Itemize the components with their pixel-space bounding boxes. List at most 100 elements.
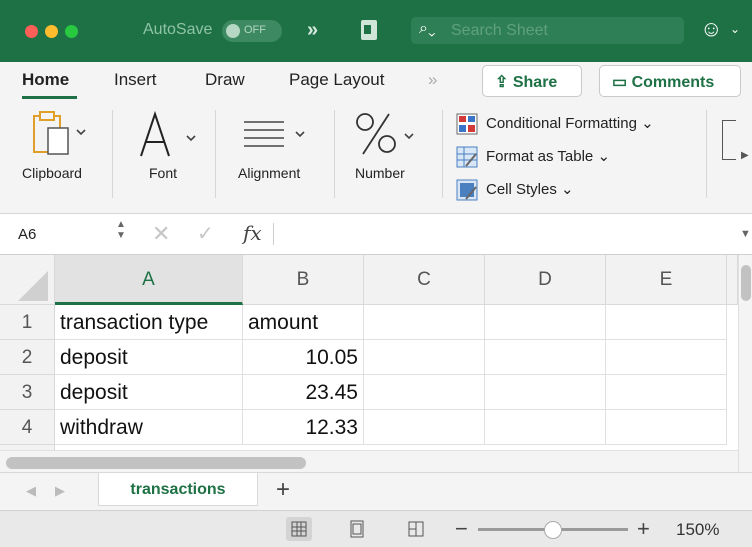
row-header-3[interactable]: 3 bbox=[0, 375, 55, 410]
format-as-table-button[interactable]: Format as Table ⌄ bbox=[456, 146, 610, 168]
zoom-level[interactable]: 150% bbox=[676, 520, 719, 540]
search-icon: ⌕⌄ bbox=[419, 20, 436, 37]
vertical-scrollbar[interactable] bbox=[738, 255, 752, 472]
search-sheet-input[interactable]: ⌕⌄ Search Sheet bbox=[411, 17, 684, 44]
cell-b1[interactable]: amount bbox=[243, 305, 364, 340]
toolbar-more-chevron-icon[interactable]: » bbox=[307, 19, 318, 42]
zoom-window-button[interactable] bbox=[65, 25, 78, 38]
add-sheet-button[interactable]: + bbox=[276, 476, 290, 504]
previous-sheet-icon[interactable]: ◀ bbox=[26, 483, 36, 499]
smiley-feedback-icon[interactable]: ☺ bbox=[700, 16, 722, 42]
horizontal-scroll-thumb[interactable] bbox=[6, 457, 306, 469]
search-placeholder: Search Sheet bbox=[451, 22, 548, 39]
cell-c4[interactable] bbox=[364, 410, 485, 445]
zoom-out-button[interactable]: − bbox=[455, 516, 468, 542]
name-box[interactable]: A6 bbox=[18, 226, 36, 243]
ribbon-scroll-right-icon[interactable]: ▶ bbox=[741, 150, 749, 161]
cell-e2[interactable] bbox=[606, 340, 727, 375]
expand-formula-bar-icon[interactable]: ▼ bbox=[740, 228, 751, 240]
cell-c3[interactable] bbox=[364, 375, 485, 410]
cell-b2[interactable]: 10.05 bbox=[243, 340, 364, 375]
chevron-down-icon[interactable]: ⌄ bbox=[730, 22, 740, 36]
clipboard-label: Clipboard bbox=[22, 165, 82, 181]
row-header-2[interactable]: 2 bbox=[0, 340, 55, 375]
font-label: Font bbox=[149, 165, 178, 181]
zoom-in-button[interactable]: + bbox=[637, 516, 650, 542]
cell-e3[interactable] bbox=[606, 375, 727, 410]
cell-styles-label: Cell Styles bbox=[486, 180, 557, 198]
insert-function-icon[interactable]: fx bbox=[243, 221, 262, 245]
clipboard-group[interactable]: Clipboard bbox=[0, 102, 112, 214]
column-header-c[interactable]: C bbox=[364, 255, 485, 305]
conditional-formatting-button[interactable]: Conditional Formatting ⌄ bbox=[456, 113, 654, 135]
confirm-formula-icon[interactable]: ✓ bbox=[197, 221, 214, 246]
cell-c1[interactable] bbox=[364, 305, 485, 340]
cell-e4[interactable] bbox=[606, 410, 727, 445]
next-sheet-icon[interactable]: ▶ bbox=[55, 483, 65, 499]
alignment-group[interactable]: Alignment bbox=[216, 102, 334, 214]
cell-a3[interactable]: deposit bbox=[55, 375, 243, 410]
normal-view-button[interactable] bbox=[286, 517, 312, 541]
tab-home[interactable]: Home bbox=[22, 70, 69, 90]
cell-a2[interactable]: deposit bbox=[55, 340, 243, 375]
share-button[interactable]: ⇪ Share bbox=[482, 65, 582, 97]
cell-d3[interactable] bbox=[485, 375, 606, 410]
active-tab-underline bbox=[22, 96, 77, 99]
cell-styles-button[interactable]: Cell Styles ⌄ bbox=[456, 179, 574, 201]
cell-e1[interactable] bbox=[606, 305, 727, 340]
cell-c2[interactable] bbox=[364, 340, 485, 375]
column-header-d[interactable]: D bbox=[485, 255, 606, 305]
column-header-a[interactable]: A bbox=[55, 255, 243, 305]
share-label: Share bbox=[512, 74, 558, 91]
autosave-toggle[interactable]: OFF bbox=[222, 20, 282, 42]
select-all-triangle bbox=[18, 271, 48, 301]
cell-d4[interactable] bbox=[485, 410, 606, 445]
zoom-slider-handle[interactable] bbox=[544, 521, 562, 539]
tab-insert[interactable]: Insert bbox=[114, 70, 157, 90]
minimize-window-button[interactable] bbox=[45, 25, 58, 38]
page-break-view-button[interactable] bbox=[403, 517, 429, 541]
cell-b3[interactable]: 23.45 bbox=[243, 375, 364, 410]
cell-d1[interactable] bbox=[485, 305, 606, 340]
autosave-label: AutoSave bbox=[143, 21, 213, 38]
cell-a4[interactable]: withdraw bbox=[55, 410, 243, 445]
worksheet-grid: A B C D E 1 transaction type amount 2 de… bbox=[0, 255, 738, 450]
vertical-scroll-thumb[interactable] bbox=[741, 265, 751, 301]
tab-page-layout[interactable]: Page Layout bbox=[289, 70, 384, 90]
close-window-button[interactable] bbox=[25, 25, 38, 38]
name-box-stepper-icon[interactable]: ▲ ▼ bbox=[116, 219, 126, 241]
comments-label: Comments bbox=[631, 74, 715, 91]
font-icon bbox=[140, 110, 196, 157]
status-bar: − + 150% bbox=[0, 510, 752, 547]
cell-styles-icon bbox=[456, 179, 478, 201]
column-header-f[interactable] bbox=[727, 255, 738, 305]
page-layout-view-icon bbox=[350, 520, 364, 538]
row-header-1[interactable]: 1 bbox=[0, 305, 55, 340]
comment-icon: ▭ bbox=[612, 74, 628, 91]
sheet-tab-transactions[interactable]: transactions bbox=[98, 473, 258, 506]
page-layout-view-button[interactable] bbox=[344, 517, 370, 541]
document-icon[interactable] bbox=[361, 20, 377, 40]
chevron-down-icon: ⌄ bbox=[641, 114, 654, 132]
horizontal-scrollbar[interactable] bbox=[0, 450, 738, 472]
row-header-4[interactable]: 4 bbox=[0, 410, 55, 445]
page-break-view-icon bbox=[408, 521, 424, 537]
number-group[interactable]: Number bbox=[335, 102, 437, 214]
comments-button[interactable]: ▭ Comments bbox=[599, 65, 741, 97]
sheet-tab-bar: ◀ ▶ transactions + bbox=[0, 472, 752, 510]
cell-a1[interactable]: transaction type bbox=[55, 305, 243, 340]
normal-view-icon bbox=[291, 521, 307, 537]
ribbon-divider bbox=[706, 110, 707, 198]
font-group[interactable]: Font bbox=[113, 102, 215, 214]
chevron-down-icon: ⌄ bbox=[561, 180, 574, 198]
column-header-b[interactable]: B bbox=[243, 255, 364, 305]
percent-icon bbox=[356, 113, 414, 155]
tabs-more-chevron-icon[interactable]: » bbox=[428, 70, 437, 90]
select-all-corner[interactable] bbox=[0, 255, 55, 305]
insert-cells-icon[interactable] bbox=[722, 120, 736, 160]
cell-d2[interactable] bbox=[485, 340, 606, 375]
column-header-e[interactable]: E bbox=[606, 255, 727, 305]
tab-draw[interactable]: Draw bbox=[205, 70, 245, 90]
cancel-formula-icon[interactable]: ✕ bbox=[152, 221, 170, 247]
cell-b4[interactable]: 12.33 bbox=[243, 410, 364, 445]
